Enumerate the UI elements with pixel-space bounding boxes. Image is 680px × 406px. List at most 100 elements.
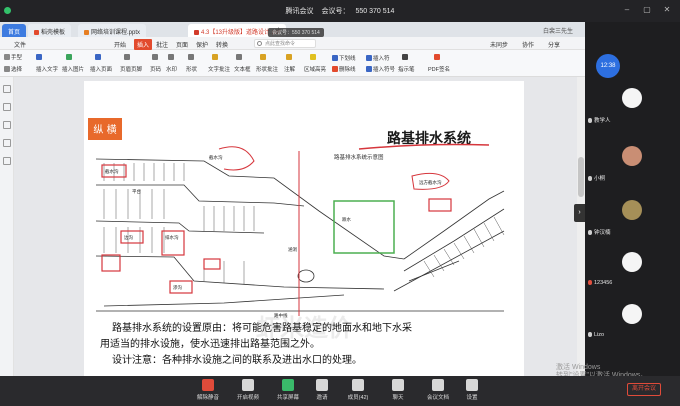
unmute-button[interactable]: 解除静音	[188, 379, 228, 401]
chat-button[interactable]: 聊天	[378, 379, 418, 401]
command-search[interactable]: 点此查找命令	[254, 39, 316, 48]
collab-button[interactable]: 协作	[522, 40, 534, 49]
menu-insert[interactable]: 插入	[134, 39, 153, 50]
participant-name: 钟汉楠	[588, 228, 611, 236]
textbox-icon	[236, 54, 242, 60]
pdf-sign-tool[interactable]: PDF签名	[428, 65, 450, 73]
participant-tile[interactable]: 小桐	[585, 142, 680, 185]
participant-tile[interactable]: Lizo	[585, 300, 680, 343]
annotation-tool[interactable]: 注解	[284, 65, 295, 73]
menu-protect[interactable]: 保护	[196, 40, 208, 49]
menu-file[interactable]: 文件	[14, 40, 26, 49]
control-label: 邀请	[316, 395, 328, 401]
control-label: 开启视频	[236, 395, 259, 401]
textbox-icon-wrap[interactable]	[236, 54, 243, 61]
pointer-pen-tool[interactable]: 指示笔	[398, 65, 415, 73]
page-number-icon	[152, 54, 158, 60]
chat-icon	[392, 379, 404, 391]
participant-label: 小桐	[594, 176, 606, 182]
tab-template[interactable]: 稻壳模板	[28, 24, 72, 37]
menu-comment[interactable]: 批注	[156, 40, 168, 49]
highlight-icon-wrap[interactable]	[310, 54, 317, 61]
account-name[interactable]: 白裴三先生	[543, 26, 573, 35]
thumbnail-icon[interactable]	[3, 85, 11, 93]
menu-start[interactable]: 开始	[114, 40, 126, 49]
watermark-tool[interactable]: 水印	[166, 65, 177, 73]
tab-home[interactable]: 首页	[2, 24, 27, 37]
shape-icon-wrap[interactable]	[188, 54, 195, 61]
meeting-title: 腾讯会议 会议号： 550 370 514	[0, 6, 680, 16]
hatching	[103, 163, 505, 284]
docer-icon	[34, 30, 39, 35]
comment-list-icon[interactable]	[3, 121, 11, 129]
gear-icon	[466, 379, 478, 391]
tab-pptx[interactable]: 网络培训课程.pptx	[78, 24, 147, 37]
page-tool-icon[interactable]	[95, 54, 102, 61]
start-video-button[interactable]: 开启视频	[228, 379, 268, 401]
textbox-tool[interactable]: 文本框	[234, 65, 251, 73]
text-comment-icon-wrap[interactable]	[212, 54, 219, 61]
page-number-tool[interactable]: 页码	[150, 65, 161, 73]
header-footer-tool[interactable]: 页眉页脚	[120, 65, 142, 73]
menu-page[interactable]: 页面	[176, 40, 188, 49]
participant-label: 钟汉楠	[594, 230, 611, 236]
meeting-id-label: 会议号：	[321, 8, 350, 15]
close-icon[interactable]: ✕	[662, 5, 672, 15]
insert-page-tool[interactable]: 插入页面	[90, 65, 112, 73]
search-panel-icon[interactable]	[3, 139, 11, 147]
caret-tool[interactable]: 插入符	[366, 54, 390, 62]
leave-meeting-button[interactable]: 离开会议	[627, 383, 661, 396]
attachment-icon[interactable]	[3, 157, 11, 165]
participant-name: 教学人	[588, 116, 611, 124]
vertical-scrollbar[interactable]	[577, 77, 585, 376]
share-button[interactable]: 分享	[548, 40, 560, 49]
insert-symbol-tool[interactable]: 插入符号	[366, 65, 395, 73]
insert-image-tool[interactable]: 插入图片	[62, 65, 84, 73]
text-tool-icon[interactable]	[36, 54, 43, 61]
hand-tool[interactable]: 手型	[4, 53, 22, 61]
image-tool-icon[interactable]	[66, 54, 73, 61]
text-comment-tool[interactable]: 文字批注	[208, 65, 230, 73]
tool-label: 文字批注	[208, 67, 231, 73]
participant-tile[interactable]: 123456	[585, 248, 680, 291]
pen-icon-wrap[interactable]	[402, 54, 409, 61]
area-highlight-tool[interactable]: 区域高亮	[304, 65, 326, 73]
shape-tool[interactable]: 形状	[186, 65, 197, 73]
members-button[interactable]: 成员(42)	[338, 379, 378, 401]
insert-toolbar: 手型 选择 插入文字 插入图片 插入页面 页眉页脚 页码 水印 形状 文字批注 …	[0, 50, 585, 77]
text-comment-icon	[212, 54, 218, 60]
annotation-icon-wrap[interactable]	[286, 54, 293, 61]
select-tool[interactable]: 选择	[4, 65, 22, 73]
maximize-icon[interactable]: ▢	[642, 5, 652, 15]
body-line-1: 路基排水系统的设置原由：将可能危害路基稳定的地面水和地下水采	[112, 321, 412, 334]
shape-comment-icon-wrap[interactable]	[260, 54, 267, 61]
collapse-panel-icon[interactable]: ›	[574, 204, 585, 222]
strikethrough-tool[interactable]: 删除线	[332, 65, 356, 73]
bookmark-icon[interactable]	[3, 103, 11, 111]
circle-annotation	[218, 146, 255, 171]
scroll-thumb[interactable]	[578, 157, 584, 197]
participant-tile[interactable]: 钟汉楠	[585, 196, 680, 239]
underline-tool[interactable]: 下划线	[332, 54, 356, 62]
tool-label: 插入符	[373, 56, 390, 62]
label-drain-ditch: 排水沟	[165, 234, 179, 241]
sign-icon-wrap[interactable]	[434, 54, 441, 61]
watermark-icon-wrap[interactable]	[168, 54, 175, 61]
header-tool-icon[interactable]	[124, 54, 131, 61]
control-label: 成员(42)	[347, 395, 369, 401]
sync-status[interactable]: 未同步	[490, 40, 508, 49]
invite-button[interactable]: 邀请	[302, 379, 342, 401]
tool-label: 区域高亮	[304, 67, 327, 73]
insert-text-tool[interactable]: 插入文字	[36, 65, 58, 73]
tool-label: 形状批注	[256, 67, 279, 73]
menu-convert[interactable]: 转换	[216, 40, 228, 49]
hand-icon	[4, 54, 10, 60]
shape-comment-tool[interactable]: 形状批注	[256, 65, 278, 73]
slide-content: 纵 横 路基排水系统 路基排水系统示意图 截水沟 截水沟 平台 边沟 排水沟 渗…	[88, 118, 505, 366]
page-number-icon-wrap[interactable]	[152, 54, 159, 61]
settings-button[interactable]: 设置	[452, 379, 492, 401]
underline-icon	[332, 55, 338, 61]
page-icon	[95, 54, 101, 60]
minimize-icon[interactable]: –	[622, 5, 632, 15]
participant-tile[interactable]: 教学人	[585, 84, 680, 127]
